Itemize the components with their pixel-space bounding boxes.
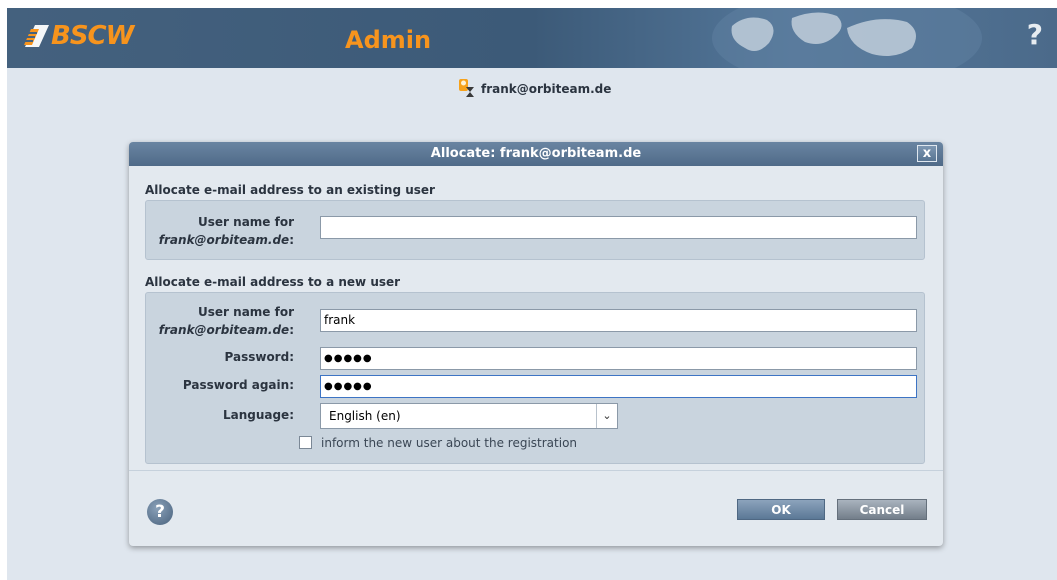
new-user-heading: Allocate e-mail address to a new user <box>145 275 401 289</box>
existing-user-panel: User name for frank@orbiteam.de: <box>145 200 925 260</box>
existing-username-label-email: frank@orbiteam.de <box>158 233 290 247</box>
new-username-label-line1: User name for <box>198 305 294 319</box>
chevron-down-icon[interactable]: ⌄ <box>596 404 617 428</box>
dialog-title: Allocate: frank@orbiteam.de x <box>129 142 943 166</box>
ok-button[interactable]: OK <box>737 499 825 520</box>
dialog-title-text: Allocate: frank@orbiteam.de <box>430 146 642 161</box>
world-map-icon <box>712 8 982 68</box>
existing-username-label-colon: : <box>289 233 294 247</box>
help-circle-icon[interactable]: ? <box>147 499 173 525</box>
new-username-label-email: frank@orbiteam.de <box>158 323 290 337</box>
logo-text: BSCW <box>51 21 134 51</box>
language-label: Language: <box>222 408 294 422</box>
current-user: frank@orbiteam.de <box>457 78 611 100</box>
new-username-label: User name for frank@orbiteam.de: <box>146 303 294 339</box>
language-select-value: English (en) <box>329 409 401 423</box>
close-button[interactable]: x <box>917 145 937 162</box>
new-username-label-colon: : <box>289 323 294 337</box>
inform-user-label[interactable]: inform the new user about the registrati… <box>321 436 577 450</box>
existing-username-label-line1: User name for <box>198 215 294 229</box>
help-icon[interactable]: ? <box>1027 18 1043 51</box>
existing-user-heading: Allocate e-mail address to an existing u… <box>145 183 435 197</box>
user-email: frank@orbiteam.de <box>481 82 612 96</box>
cancel-button[interactable]: Cancel <box>837 499 927 520</box>
existing-username-input[interactable] <box>320 216 917 239</box>
inform-user-checkbox[interactable] <box>299 436 312 449</box>
new-username-input[interactable]: frank <box>320 309 917 332</box>
password-label: Password: <box>224 350 295 364</box>
logo-icon <box>24 25 49 47</box>
existing-username-label: User name for frank@orbiteam.de: <box>146 213 294 249</box>
top-header: BSCW Admin ? <box>7 8 1057 68</box>
app-title: Admin <box>345 26 432 54</box>
user-hourglass-icon <box>459 79 474 97</box>
language-select[interactable]: English (en) ⌄ <box>320 403 618 429</box>
new-user-panel: User name for frank@orbiteam.de: frank P… <box>145 292 925 464</box>
password-again-label: Password again: <box>182 378 294 392</box>
password-input[interactable]: ●●●●● <box>320 347 917 370</box>
footer-divider <box>129 470 943 471</box>
allocate-dialog: Allocate: frank@orbiteam.de x Allocate e… <box>129 142 943 546</box>
bscw-logo[interactable]: BSCW <box>21 16 134 56</box>
password-again-input[interactable]: ●●●●● <box>320 375 917 398</box>
